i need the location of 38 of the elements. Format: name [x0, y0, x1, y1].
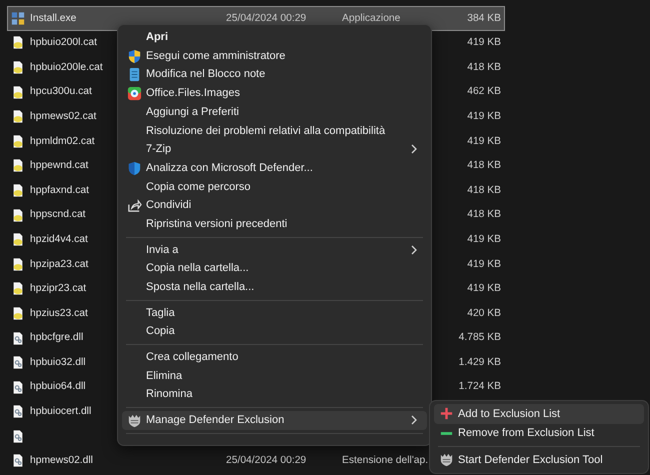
file-size: 462 KB: [467, 85, 501, 100]
file-size: 384 KB: [467, 12, 501, 26]
file-name: hpzipa23.cat: [30, 258, 88, 270]
file-name: hppewnd.cat: [30, 160, 88, 172]
file-name: hpbcfgre.dll: [30, 332, 84, 344]
file-date: 25/04/2024 00:29: [226, 455, 306, 466]
file-name: hpbuiocert.dll: [30, 406, 92, 418]
file-size: 1.724 KB: [458, 380, 501, 394]
file-name: hpmldm02.cat: [30, 136, 95, 147]
file-name: hpzid4v4.cat: [30, 234, 88, 245]
file-size: 420 KB: [467, 306, 501, 321]
file-name: hpcu300u.cat: [30, 86, 92, 98]
file-size: 418 KB: [467, 208, 501, 222]
file-name: hpmews02.dll: [30, 455, 93, 466]
file-name: hppscnd.cat: [30, 209, 86, 220]
file-size: 1.429 KB: [458, 356, 501, 370]
file-size: 418 KB: [467, 60, 501, 75]
file-name: hpbuio200l.cat: [30, 37, 97, 48]
file-name: hpmews02.cat: [30, 110, 96, 122]
file-size: 4.785 KB: [458, 331, 501, 346]
file-size: 419 KB: [467, 232, 501, 247]
file-size: 419 KB: [467, 110, 501, 124]
file-name: hppfaxnd.cat: [30, 184, 89, 196]
file-name: hpzius23.cat: [30, 308, 88, 319]
file-type: Estensione dell'ap.: [342, 455, 428, 466]
file-name: hpbuio64.dll: [30, 381, 86, 392]
file-name: hpbuio32.dll: [30, 356, 86, 368]
file-date: 25/04/2024 00:29: [226, 12, 306, 24]
file-size: 418 KB: [467, 159, 501, 174]
file-size: 419 KB: [467, 36, 501, 50]
file-name: Install.exe: [30, 12, 76, 24]
file-type: Applicazione: [342, 12, 400, 24]
file-size: 419 KB: [467, 134, 501, 149]
file-size: 418 KB: [467, 184, 501, 198]
file-name: hpzipr23.cat: [30, 283, 86, 294]
file-size: 419 KB: [467, 258, 501, 272]
file-name: hpbuio200le.cat: [30, 62, 103, 73]
file-size: 419 KB: [467, 282, 501, 296]
